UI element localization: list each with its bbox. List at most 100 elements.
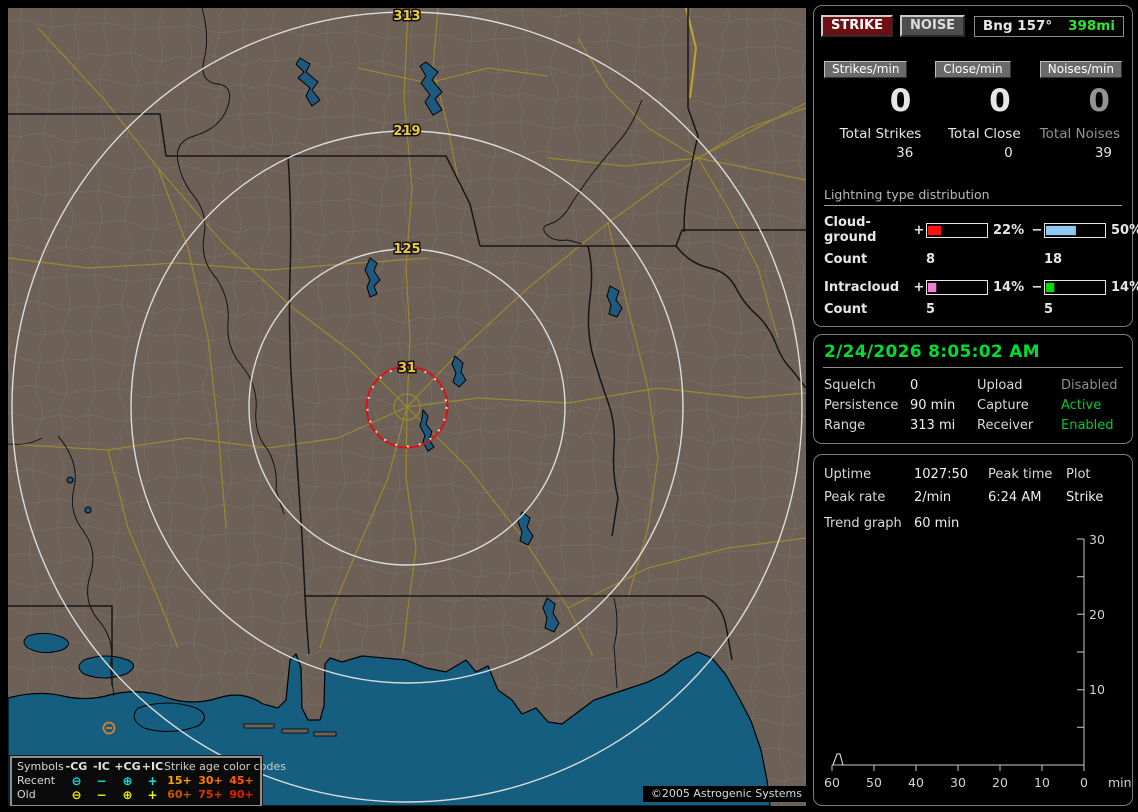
age-30: 30+ — [198, 774, 223, 787]
status-box: 2/24/2026 8:05:02 AM Squelch 0 Upload Di… — [813, 334, 1133, 444]
upload-label: Upload — [977, 378, 1023, 393]
minus-sign: − — [1031, 222, 1043, 238]
cg-positive-count: 8 — [926, 252, 936, 267]
recent-cg-minus-icon: ⊖ — [71, 774, 82, 788]
recent-cg-plus-icon: ⊕ — [122, 774, 133, 788]
capture-label: Capture — [977, 398, 1029, 413]
trend-axes — [832, 539, 1085, 766]
ic-positive-count: 5 — [926, 302, 936, 317]
ic-positive-pct: 14% — [993, 280, 1025, 295]
divider — [823, 367, 1123, 368]
age-75: 75+ — [198, 788, 223, 801]
mode-button-row: STRIKE NOISE Bng 157° 398mi — [821, 15, 1124, 37]
bearing-readout: Bng 157° 398mi — [973, 15, 1124, 37]
legend-old-label: Old — [17, 788, 36, 801]
total-close-value: 0 — [1004, 145, 1013, 161]
map-region: 313 219 125 31 Symbols -CG -IC +CG +IC S… — [8, 8, 806, 806]
legend-symbols-header: Symbols — [17, 760, 64, 773]
total-noises-value: 39 — [1094, 145, 1112, 161]
total-close-label: Total Close — [948, 126, 1021, 142]
upload-status: Disabled — [1061, 378, 1118, 393]
rate-counters: Strikes/min 0 Total Strikes 36 Close/min… — [824, 61, 1122, 161]
distribution-title: Lightning type distribution — [824, 187, 1122, 206]
noise-mode-button[interactable]: NOISE — [900, 15, 966, 37]
cg-positive-pct: 22% — [993, 222, 1025, 238]
ic-positive-bar — [926, 280, 988, 295]
age-15: 15+ — [167, 774, 192, 787]
legend-recent-label: Recent — [17, 774, 56, 787]
minus-sign: − — [1031, 280, 1043, 295]
bearing-value: Bng 157° — [982, 17, 1053, 34]
old-cg-minus-icon: ⊖ — [71, 788, 82, 802]
squelch-value: 0 — [910, 378, 919, 393]
trend-graph: 30 20 10 60 50 40 30 20 10 0 min — [824, 532, 1132, 790]
svg-text:0: 0 — [1080, 775, 1088, 790]
intracloud-row: Intracloud + 14% − 14% — [824, 280, 1138, 295]
trend-graph-value: 60 min — [914, 516, 960, 531]
ring-label-125: 125 — [393, 242, 420, 257]
noises-per-min-value: 0 — [1088, 83, 1110, 119]
svg-text:60: 60 — [824, 775, 840, 790]
legend-recent-row: Recent ⊖ − ⊕ + 15+ 30+ 45+ — [17, 774, 257, 788]
total-noises-label: Total Noises — [1039, 126, 1120, 142]
x-axis-unit: min — [1108, 775, 1132, 790]
svg-text:20: 20 — [992, 775, 1008, 790]
count-label: Count — [824, 252, 868, 267]
recent-ic-minus-icon: − — [96, 774, 107, 788]
y-tick-labels: 30 20 10 — [1089, 532, 1105, 697]
close-per-min-value: 0 — [989, 83, 1011, 119]
strikes-column: Strikes/min 0 Total Strikes 36 — [824, 61, 923, 161]
plus-sign: + — [913, 222, 925, 238]
close-per-min-button[interactable]: Close/min — [935, 61, 1011, 78]
age-45: 45+ — [229, 774, 254, 787]
svg-text:40: 40 — [908, 775, 924, 790]
recent-ic-plus-icon: + — [147, 774, 158, 788]
total-strikes-label: Total Strikes — [839, 126, 922, 142]
svg-text:50: 50 — [866, 775, 882, 790]
svg-text:10: 10 — [1089, 682, 1105, 697]
svg-text:30: 30 — [950, 775, 966, 790]
map-legend: Symbols -CG -IC +CG +IC Strike age color… — [9, 755, 286, 806]
range-value: 313 mi — [910, 418, 956, 433]
x-ticks — [831, 765, 1085, 771]
receiver-label: Receiver — [977, 418, 1034, 433]
total-strikes-value: 36 — [896, 145, 914, 161]
noises-per-min-button[interactable]: Noises/min — [1039, 61, 1122, 78]
datetime-display: 2/24/2026 8:05:02 AM — [824, 342, 1040, 362]
svg-text:30: 30 — [1089, 533, 1105, 547]
copyright-notice: ©2005 Astrogenic Systems — [642, 786, 806, 802]
uptime-grid: Uptime 1027:50 Peak time Plot Peak rate … — [824, 463, 1122, 509]
legend-old-row: Old ⊖ − ⊕ + 60+ 75+ 90+ — [17, 788, 257, 802]
persistence-label: Persistence — [824, 398, 899, 413]
legend-col-ic-plus: +IC — [141, 760, 164, 773]
range-label: Range — [824, 418, 866, 433]
plot-label: Plot — [1066, 467, 1091, 482]
svg-text:20: 20 — [1089, 607, 1105, 622]
ic-negative-count: 5 — [1044, 302, 1054, 317]
count-label: Count — [824, 302, 868, 317]
legend-age-title: Strike age color codes — [164, 760, 286, 773]
side-panel: STRIKE NOISE Bng 157° 398mi Strikes/min … — [812, 0, 1138, 812]
peak-time-value: 6:24 AM — [988, 490, 1042, 505]
cg-positive-bar — [926, 222, 988, 238]
app-window: 313 219 125 31 Symbols -CG -IC +CG +IC S… — [0, 0, 1138, 812]
peak-rate-value: 2/min — [914, 490, 952, 505]
old-ic-plus-icon: + — [147, 788, 158, 802]
y-ticks — [1077, 538, 1084, 728]
lightning-map[interactable]: 313 219 125 31 — [8, 8, 806, 806]
legend-col-ic-minus: -IC — [93, 760, 110, 773]
strike-mode-button[interactable]: STRIKE — [821, 15, 894, 37]
receiver-status: Enabled — [1061, 418, 1114, 433]
counters-box: STRIKE NOISE Bng 157° 398mi Strikes/min … — [813, 5, 1138, 327]
strikes-per-min-button[interactable]: Strikes/min — [824, 61, 908, 78]
persistence-value: 90 min — [910, 398, 956, 413]
trend-series-blip — [832, 753, 844, 766]
intracloud-count-row: Count 5 5 — [824, 302, 1122, 317]
trend-graph-label: Trend graph — [824, 516, 902, 531]
legend-col-cg-plus: +CG — [114, 760, 141, 773]
plus-sign: + — [913, 280, 925, 295]
x-tick-labels: 60 50 40 30 20 10 0 min — [824, 775, 1132, 790]
ic-negative-bar — [1044, 280, 1106, 295]
cg-negative-bar — [1044, 222, 1106, 238]
ic-negative-pct: 14% — [1111, 280, 1138, 295]
